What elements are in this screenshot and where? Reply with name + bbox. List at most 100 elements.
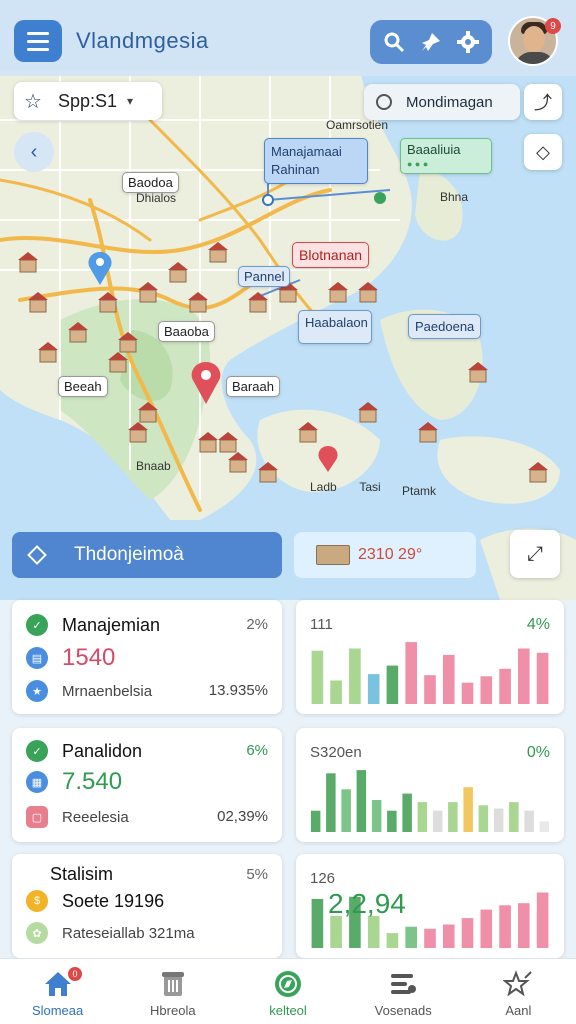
location-search-text: Spp:S1: [57, 90, 117, 111]
bar: [478, 805, 489, 832]
nav-home[interactable]: Slomeaa 0: [0, 959, 115, 1024]
location-search-chip[interactable]: ☆ Spp:S1 ▾: [14, 82, 162, 120]
stat-card-sub-pct: 13.935%: [208, 682, 268, 699]
bar: [461, 682, 474, 704]
bar: [443, 924, 455, 948]
expand-button[interactable]: ⤢: [510, 530, 560, 578]
building-icon: [316, 545, 350, 565]
check-icon: ✓: [26, 740, 48, 762]
map-search-input[interactable]: Mondimagan: [364, 84, 520, 120]
stat-card-pct: 2%: [246, 616, 268, 633]
stat-card-manajemen[interactable]: ✓ Manajemian 2% ▤ 1540 ★ Mrnaenbelsia 13.93…: [12, 600, 282, 714]
bar: [518, 903, 530, 948]
map-tag-bastalusia[interactable]: Baaaliuia ● ● ●: [400, 138, 492, 174]
nav-favorites[interactable]: Aanl: [461, 959, 576, 1024]
trash-icon: [158, 969, 188, 999]
search-icon: [376, 94, 392, 110]
bar: [367, 674, 380, 704]
bar: [509, 802, 519, 832]
map-tag-bonanan[interactable]: Blotnanan: [292, 242, 370, 268]
bar: [386, 665, 399, 704]
bar: [330, 680, 342, 704]
bar: [405, 926, 417, 948]
nav-lists[interactable]: Vosenads: [346, 959, 461, 1024]
bar: [499, 905, 511, 948]
header-actions: [370, 20, 492, 64]
map-label-top-city: Oamrsotien: [326, 118, 389, 132]
chart-card-3[interactable]: 126 2,2,94: [296, 854, 564, 958]
bar: [536, 652, 549, 704]
stat-card-stalisim[interactable]: Stalisim 5% $ Soete 19196 ✿ Rateseiallab 3…: [12, 854, 282, 958]
stat-card-title: Panalidon: [62, 740, 143, 761]
map-tag-baaoba[interactable]: Baaoba: [158, 321, 215, 342]
bar: [341, 789, 351, 832]
bar: [349, 648, 361, 704]
chevron-down-icon[interactable]: ▾: [127, 94, 133, 108]
app-header: Vlandmgesia 9: [0, 0, 576, 76]
share-button[interactable]: ⤴: [524, 84, 562, 120]
map-tag-baoodoa[interactable]: Baodoa: [122, 172, 179, 193]
nav-label: Hbreola: [150, 1003, 196, 1018]
map-tag-haabalaon[interactable]: Haabalaon: [298, 310, 372, 344]
star-icon: [503, 969, 533, 999]
chart-card-pct: 0%: [526, 744, 550, 761]
back-button[interactable]: ‹: [14, 132, 54, 172]
map-tag-pannel[interactable]: Pannel: [238, 266, 291, 287]
menu-button[interactable]: [14, 20, 62, 62]
map-tag-baraah[interactable]: Baraah: [226, 376, 280, 397]
nav-label: Aanl: [505, 1003, 532, 1018]
map-tag-bastalusia-title: Baaaliuia: [407, 142, 461, 157]
stat-card-sub: Reeelesia: [62, 808, 129, 826]
chart-card-label: 111: [310, 616, 333, 633]
bar: [480, 676, 493, 704]
menu-icon-line: [27, 47, 49, 51]
map-tag-paedoena[interactable]: Paedoena: [408, 314, 482, 339]
bar: [448, 802, 458, 832]
region-stat-pill[interactable]: 2310 29°: [294, 532, 476, 578]
map-tag-manajemen-sub: Rahinan: [271, 162, 320, 177]
stat-card-pct: 6%: [246, 742, 268, 759]
nav-label: Slomeaa: [31, 1003, 84, 1018]
bar: [371, 800, 382, 832]
stat-card-value: 7.540: [62, 768, 123, 795]
bar: [518, 648, 530, 704]
bar: [386, 933, 399, 948]
region-stat-value: 2310 29°: [358, 546, 423, 563]
bottom-nav: Slomeaa 0 Hbreola kelteol Vosenads Aanl: [0, 958, 576, 1024]
map-tag-bastalusia-dots: ● ● ●: [407, 159, 429, 169]
chart-card-1[interactable]: 111 4%: [296, 600, 564, 714]
stat-card-value: 1540: [62, 644, 116, 671]
star-icon[interactable]: ☆: [24, 89, 42, 114]
bar: [432, 810, 443, 832]
bar: [330, 916, 342, 948]
gear-icon[interactable]: [455, 29, 481, 55]
map-tag-beeah[interactable]: Beeah: [58, 376, 108, 397]
menu-icon-line: [27, 39, 49, 43]
bar: [311, 898, 324, 948]
avatar-body: [515, 52, 555, 64]
app-title: Vlandmgesia: [76, 28, 209, 53]
bar: [463, 787, 473, 832]
stat-card-sub: Mrnaenbelsia: [62, 682, 153, 700]
search-icon[interactable]: [381, 29, 407, 55]
region-banner[interactable]: Thdonjeimoà: [12, 532, 282, 578]
nav-label: Vosenads: [374, 1003, 432, 1018]
nav-bin[interactable]: Hbreola: [115, 959, 230, 1024]
bar-chart-1: [311, 642, 549, 704]
compass-icon: [273, 969, 303, 999]
map-tag-manajemen[interactable]: Manajamaai Rahinan: [264, 138, 368, 184]
bar: [424, 675, 436, 704]
layers-button[interactable]: ◇: [524, 134, 562, 170]
map-label-bhna: Bhna: [440, 190, 469, 204]
calendar-icon: ▦: [26, 771, 48, 793]
bar: [326, 773, 336, 832]
bar: [536, 892, 549, 948]
nav-badge: 0: [68, 967, 82, 981]
list-icon: [388, 969, 418, 999]
pin-icon[interactable]: [418, 29, 444, 55]
chart-card-2[interactable]: S320en 0%: [296, 728, 564, 842]
nav-explore[interactable]: kelteol: [230, 959, 345, 1024]
bar: [405, 642, 417, 704]
stat-card-panalidon[interactable]: ✓ Panalidon 6% ▦ 7.540 ▢ Reeelesia 02,39%: [12, 728, 282, 842]
stat-card-value: Soete 19196: [62, 890, 165, 911]
